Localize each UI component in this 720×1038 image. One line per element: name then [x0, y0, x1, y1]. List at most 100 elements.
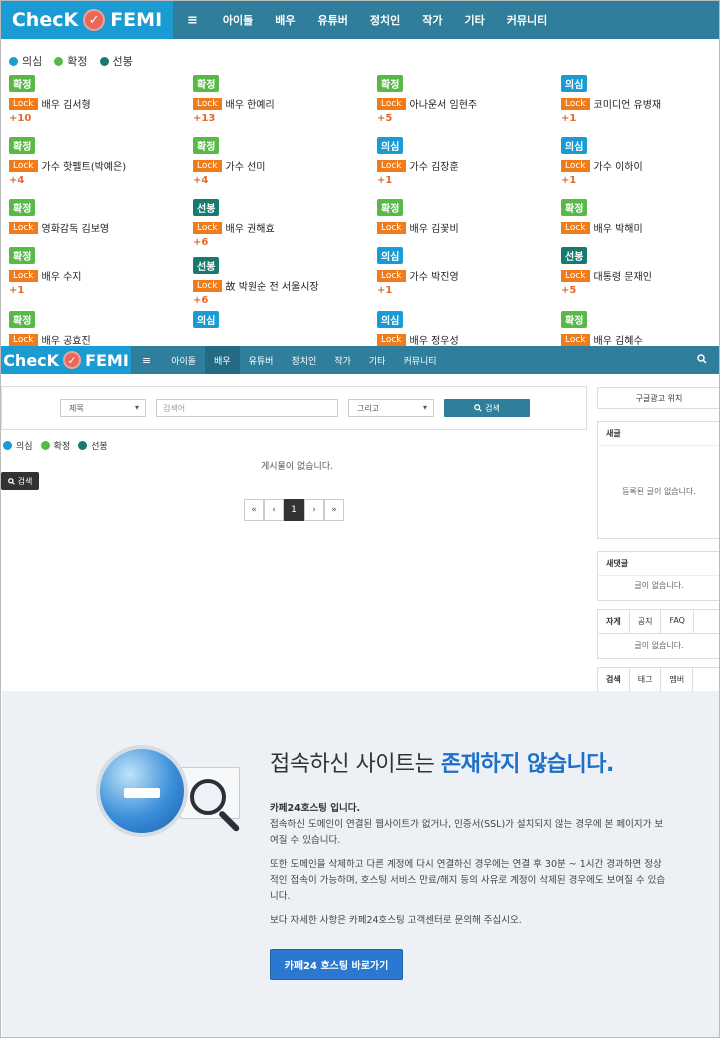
check-icon: ✓ — [83, 9, 106, 31]
tab-search[interactable]: 검색 — [598, 668, 630, 691]
legend-item: 선봉 — [99, 53, 133, 69]
celebrity-card[interactable]: 확정 Lock 아나운서 임현주 +5 — [377, 73, 547, 133]
card-name[interactable]: 배우 박해미 — [594, 220, 643, 235]
search-input[interactable]: 검색어 — [156, 399, 338, 417]
card-name[interactable]: 가수 핫펠트(박예은) — [42, 158, 127, 173]
status-badge: 의심 — [561, 75, 588, 92]
menu-item-actor[interactable]: 배우 — [264, 1, 306, 39]
card-title-row: Lock 아나운서 임현주 — [377, 96, 547, 111]
mention-count: +10 — [9, 113, 32, 124]
pager-first[interactable]: « — [244, 499, 264, 521]
menu-item-actor[interactable]: 배우 — [205, 346, 240, 374]
menu-item-etc[interactable]: 기타 — [454, 1, 496, 39]
celebrity-card[interactable]: 확정 Lock 배우 수지 +1 — [9, 245, 179, 305]
celebrity-card[interactable]: 선봉 Lock 배우 권해효 +6 — [193, 197, 363, 257]
card-name[interactable]: 아나운서 임현주 — [410, 96, 478, 111]
celebrity-card[interactable]: 의심 Lock 코미디언 유병재 +1 — [561, 73, 719, 133]
card-name[interactable]: 배우 정우성 — [410, 332, 459, 346]
card-title-row: Lock 배우 공효진 — [9, 332, 179, 346]
tab-tag[interactable]: 태그 — [630, 668, 662, 691]
legend-label: 선봉 — [112, 55, 133, 68]
celebrity-card[interactable]: 선봉 Lock 대통령 문재인 +5 — [561, 245, 719, 305]
menu-item-community[interactable]: 커뮤니티 — [496, 1, 558, 39]
card-name[interactable]: 가수 이하이 — [594, 158, 643, 173]
card-title-row: Lock 가수 김장훈 — [377, 158, 547, 173]
celebrity-card[interactable]: 확정 Lock 배우 한예리 +13 — [193, 73, 363, 133]
board-search-button[interactable]: 검색 — [1, 472, 39, 490]
menu-item-idol[interactable]: 아이돌 — [162, 346, 205, 374]
pager-current[interactable]: 1 — [284, 499, 304, 521]
tab-free[interactable]: 자게 — [598, 610, 630, 633]
celebrity-card[interactable]: 확정 Lock 배우 김서형 +10 — [9, 73, 179, 133]
search-icon[interactable] — [697, 353, 707, 367]
main-menu: ≡ 아이돌 배우 유튜버 정치인 작가 기타 커뮤니티 — [173, 1, 558, 39]
mention-count: +1 — [377, 175, 393, 186]
hosting-link-button[interactable]: 카페24 호스팅 바로가기 — [270, 949, 403, 980]
celebrity-card[interactable]: 선봉 Lock 故 박원순 전 서울시장 +6 — [193, 255, 363, 315]
menu-item-writer[interactable]: 작가 — [325, 346, 360, 374]
card-name[interactable]: 영화감독 김보영 — [42, 220, 110, 235]
card-name[interactable]: 故 박원순 전 서울시장 — [226, 278, 319, 293]
menu-item-community[interactable]: 커뮤니티 — [394, 346, 445, 374]
card-name[interactable]: 가수 박진영 — [410, 268, 459, 283]
card-name[interactable]: 배우 권해효 — [226, 220, 275, 235]
search-operator-select[interactable]: 그리고 ▾ — [348, 399, 434, 417]
menu-item-politician[interactable]: 정치인 — [359, 1, 411, 39]
menu-item-youtuber[interactable]: 유튜버 — [240, 346, 283, 374]
menu-item-youtuber[interactable]: 유튜버 — [307, 1, 359, 39]
celebrity-card[interactable]: 의심 Lock 가수 박진영 +1 — [377, 245, 547, 305]
tab-notice[interactable]: 공지 — [630, 610, 662, 633]
new-comments-empty: 글이 없습니다. — [634, 581, 684, 590]
card-name[interactable]: 배우 공효진 — [42, 332, 91, 346]
notice-p2: 또한 도메인을 삭제하고 다른 계정에 다시 연결하신 경우에는 연결 후 30… — [270, 859, 666, 902]
celebrity-card[interactable]: 의심 Lock 가수 이하이 +1 — [561, 135, 719, 195]
card-name[interactable]: 가수 선미 — [226, 158, 266, 173]
card-name[interactable]: 배우 수지 — [42, 268, 82, 283]
hamburger-icon[interactable]: ≡ — [173, 1, 212, 39]
card-title-row: Lock 가수 박진영 — [377, 268, 547, 283]
tab-faq[interactable]: FAQ — [661, 610, 694, 633]
menu-item-writer[interactable]: 작가 — [411, 1, 453, 39]
status-badge: 의심 — [561, 137, 588, 154]
celebrity-card[interactable]: 의심 Lock 배우 정우성 — [377, 309, 547, 346]
celebrity-card[interactable]: 확정 Lock 배우 공효진 — [9, 309, 179, 346]
notice-p3: 보다 자세한 사항은 카페24호스팅 고객센터로 문의해 주십시오. — [270, 915, 522, 926]
menu-item-idol[interactable]: 아이돌 — [212, 1, 264, 39]
logo-text-left: ChecK — [3, 350, 60, 370]
status-legend: 의심 확정 선봉 — [9, 53, 133, 69]
lock-badge: Lock — [561, 159, 590, 172]
celebrity-card[interactable]: 확정 Lock 가수 선미 +4 — [193, 135, 363, 195]
logo[interactable]: ChecK ✓ FEMI — [1, 1, 173, 39]
card-name[interactable]: 배우 김서형 — [42, 96, 91, 111]
legend-item: 의심 — [3, 439, 33, 452]
status-badge: 확정 — [9, 311, 36, 328]
celebrity-card[interactable]: 의심 Lock 가수 김장훈 +1 — [377, 135, 547, 195]
card-name[interactable]: 배우 김혜수 — [594, 332, 643, 346]
status-badge: 확정 — [561, 199, 588, 216]
logo-small[interactable]: ChecK ✓ FEMI — [1, 346, 131, 374]
lock-badge: Lock — [377, 97, 406, 110]
card-name[interactable]: 배우 한예리 — [226, 96, 275, 111]
card-name[interactable]: 배우 김꽃비 — [410, 220, 459, 235]
status-badge: 선봉 — [193, 199, 220, 216]
new-comments-widget: 새댓글 글이 없습니다. — [597, 551, 719, 601]
hamburger-icon[interactable]: ≡ — [131, 346, 162, 374]
celebrity-card[interactable]: 확정 Lock 가수 핫펠트(박예은) +4 — [9, 135, 179, 195]
menu-item-etc[interactable]: 기타 — [360, 346, 395, 374]
search-button[interactable]: 검색 — [444, 399, 530, 417]
pager-last[interactable]: » — [324, 499, 344, 521]
tab-member[interactable]: 멤버 — [661, 668, 694, 691]
pager-next[interactable]: › — [304, 499, 324, 521]
status-dot-icon — [40, 441, 50, 450]
pager-prev[interactable]: ‹ — [264, 499, 284, 521]
celebrity-card[interactable]: 확정 Lock 배우 김혜수 — [561, 309, 719, 346]
card-name[interactable]: 코미디언 유병재 — [594, 96, 662, 111]
lock-badge: Lock — [561, 221, 590, 234]
card-name[interactable]: 대통령 문재인 — [594, 268, 652, 283]
search-field-select[interactable]: 제목 ▾ — [60, 399, 146, 417]
status-dot-icon — [78, 441, 88, 450]
status-badge: 선봉 — [561, 247, 588, 264]
card-name[interactable]: 가수 김장훈 — [410, 158, 459, 173]
celebrity-card[interactable]: 의심 — [193, 309, 363, 346]
menu-item-politician[interactable]: 정치인 — [282, 346, 325, 374]
